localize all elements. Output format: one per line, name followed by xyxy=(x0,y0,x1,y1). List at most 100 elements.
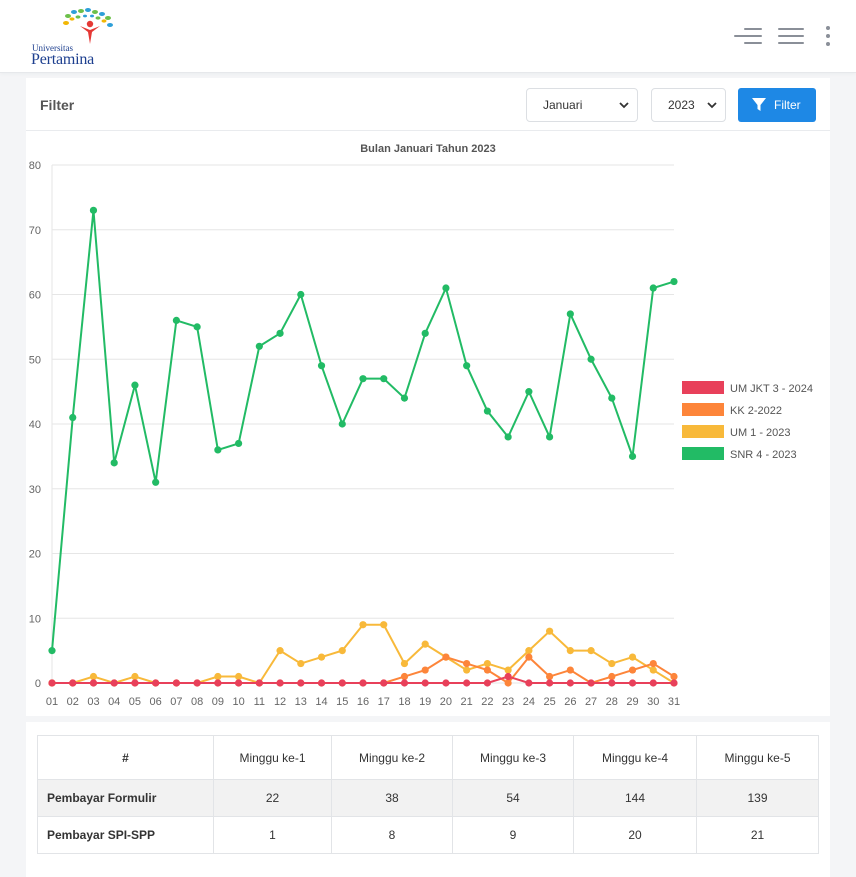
data-point xyxy=(504,679,512,687)
y-tick-label: 80 xyxy=(29,160,41,172)
data-point xyxy=(235,439,243,448)
data-point xyxy=(317,653,326,661)
data-point xyxy=(504,672,512,681)
data-point xyxy=(152,679,160,687)
data-point xyxy=(442,284,450,292)
y-tick-label: 20 xyxy=(29,549,41,561)
table-header: Minggu ke-3 xyxy=(452,735,574,780)
data-point xyxy=(483,679,491,687)
table-header: Minggu ke-5 xyxy=(696,735,819,780)
x-tick-label: 11 xyxy=(254,696,265,708)
data-point xyxy=(338,647,346,655)
data-point xyxy=(483,407,491,415)
top-navbar: Universitas Pertamina xyxy=(0,0,856,73)
data-point xyxy=(525,388,533,396)
data-point xyxy=(649,679,657,687)
data-point xyxy=(608,679,616,687)
data-point xyxy=(297,290,305,299)
y-tick-label: 50 xyxy=(29,354,41,366)
data-point xyxy=(463,679,471,687)
x-tick-label: 03 xyxy=(87,696,99,708)
data-point xyxy=(608,394,616,402)
data-point xyxy=(504,433,512,441)
x-tick-label: 08 xyxy=(191,696,203,708)
x-tick-label: 23 xyxy=(502,696,514,708)
x-tick-label: 26 xyxy=(564,696,576,708)
data-point xyxy=(483,666,491,674)
x-tick-label: 04 xyxy=(108,696,120,708)
x-tick-label: 22 xyxy=(481,696,493,708)
data-point xyxy=(152,478,160,486)
data-point xyxy=(359,375,367,383)
data-point xyxy=(359,621,367,629)
data-point xyxy=(421,666,429,674)
data-point xyxy=(421,679,429,687)
vertical-dots-icon[interactable] xyxy=(823,26,833,48)
x-tick-label: 31 xyxy=(668,696,680,708)
x-tick-label: 21 xyxy=(461,696,473,708)
data-point xyxy=(546,672,554,681)
data-point xyxy=(276,329,284,337)
data-point xyxy=(400,672,409,681)
legend-label: UM JKT 3 - 2024 xyxy=(730,383,813,395)
y-tick-label: 30 xyxy=(29,484,41,496)
x-tick-label: 06 xyxy=(150,696,162,708)
data-point xyxy=(110,459,118,467)
table-cell: 38 xyxy=(331,779,453,817)
data-point xyxy=(214,672,222,681)
data-point xyxy=(442,679,450,687)
data-point xyxy=(525,647,533,655)
data-point xyxy=(48,647,56,655)
menu-icon[interactable] xyxy=(778,26,804,50)
data-point xyxy=(380,679,388,687)
data-point xyxy=(172,679,180,687)
legend-swatch xyxy=(682,381,724,394)
data-point xyxy=(172,316,180,324)
data-point xyxy=(89,672,98,681)
row-label: Pembayar Formulir xyxy=(37,779,214,817)
chart-title: Bulan Januari Tahun 2023 xyxy=(360,143,496,155)
hamburger-icon[interactable] xyxy=(734,26,762,50)
data-point xyxy=(670,679,678,687)
data-point xyxy=(546,627,554,635)
table-header: Minggu ke-4 xyxy=(573,735,697,780)
y-tick-label: 60 xyxy=(29,290,41,302)
data-point xyxy=(670,672,678,681)
x-tick-label: 30 xyxy=(647,696,659,708)
data-point xyxy=(89,206,98,214)
data-point xyxy=(628,666,637,674)
chevron-down-icon xyxy=(619,102,629,109)
filter-title: Filter xyxy=(40,97,75,113)
data-point xyxy=(463,362,471,370)
data-point xyxy=(235,672,243,681)
data-point xyxy=(297,659,305,668)
data-point xyxy=(235,679,243,687)
data-point xyxy=(483,659,491,668)
data-point xyxy=(131,672,139,681)
x-tick-label: 09 xyxy=(212,696,224,708)
table-header: Minggu ke-2 xyxy=(331,735,453,780)
row-label: Pembayar SPI-SPP xyxy=(37,816,214,854)
table-row: Pembayar Formulir 22 38 54 144 139 xyxy=(37,779,819,817)
data-point xyxy=(131,381,139,389)
legend-swatch xyxy=(682,425,724,438)
x-tick-label: 28 xyxy=(606,696,618,708)
data-point xyxy=(317,679,326,687)
x-tick-label: 20 xyxy=(440,696,452,708)
data-point xyxy=(628,452,637,460)
x-tick-label: 25 xyxy=(543,696,555,708)
filter-button[interactable]: Filter xyxy=(738,88,816,122)
month-select[interactable]: Januari xyxy=(526,88,638,122)
data-point xyxy=(317,362,326,370)
legend-label: UM 1 - 2023 xyxy=(730,427,791,439)
university-logo[interactable]: Universitas Pertamina xyxy=(30,6,120,68)
data-point xyxy=(131,679,139,687)
x-tick-label: 12 xyxy=(274,696,286,708)
line-chart: Bulan Januari Tahun 2023 010203040506070… xyxy=(29,143,813,708)
x-tick-label: 14 xyxy=(315,696,327,708)
chevron-down-icon xyxy=(707,102,717,109)
x-tick-label: 16 xyxy=(357,696,369,708)
x-tick-label: 27 xyxy=(585,696,597,708)
year-select[interactable]: 2023 xyxy=(651,88,726,122)
data-point xyxy=(546,679,554,687)
